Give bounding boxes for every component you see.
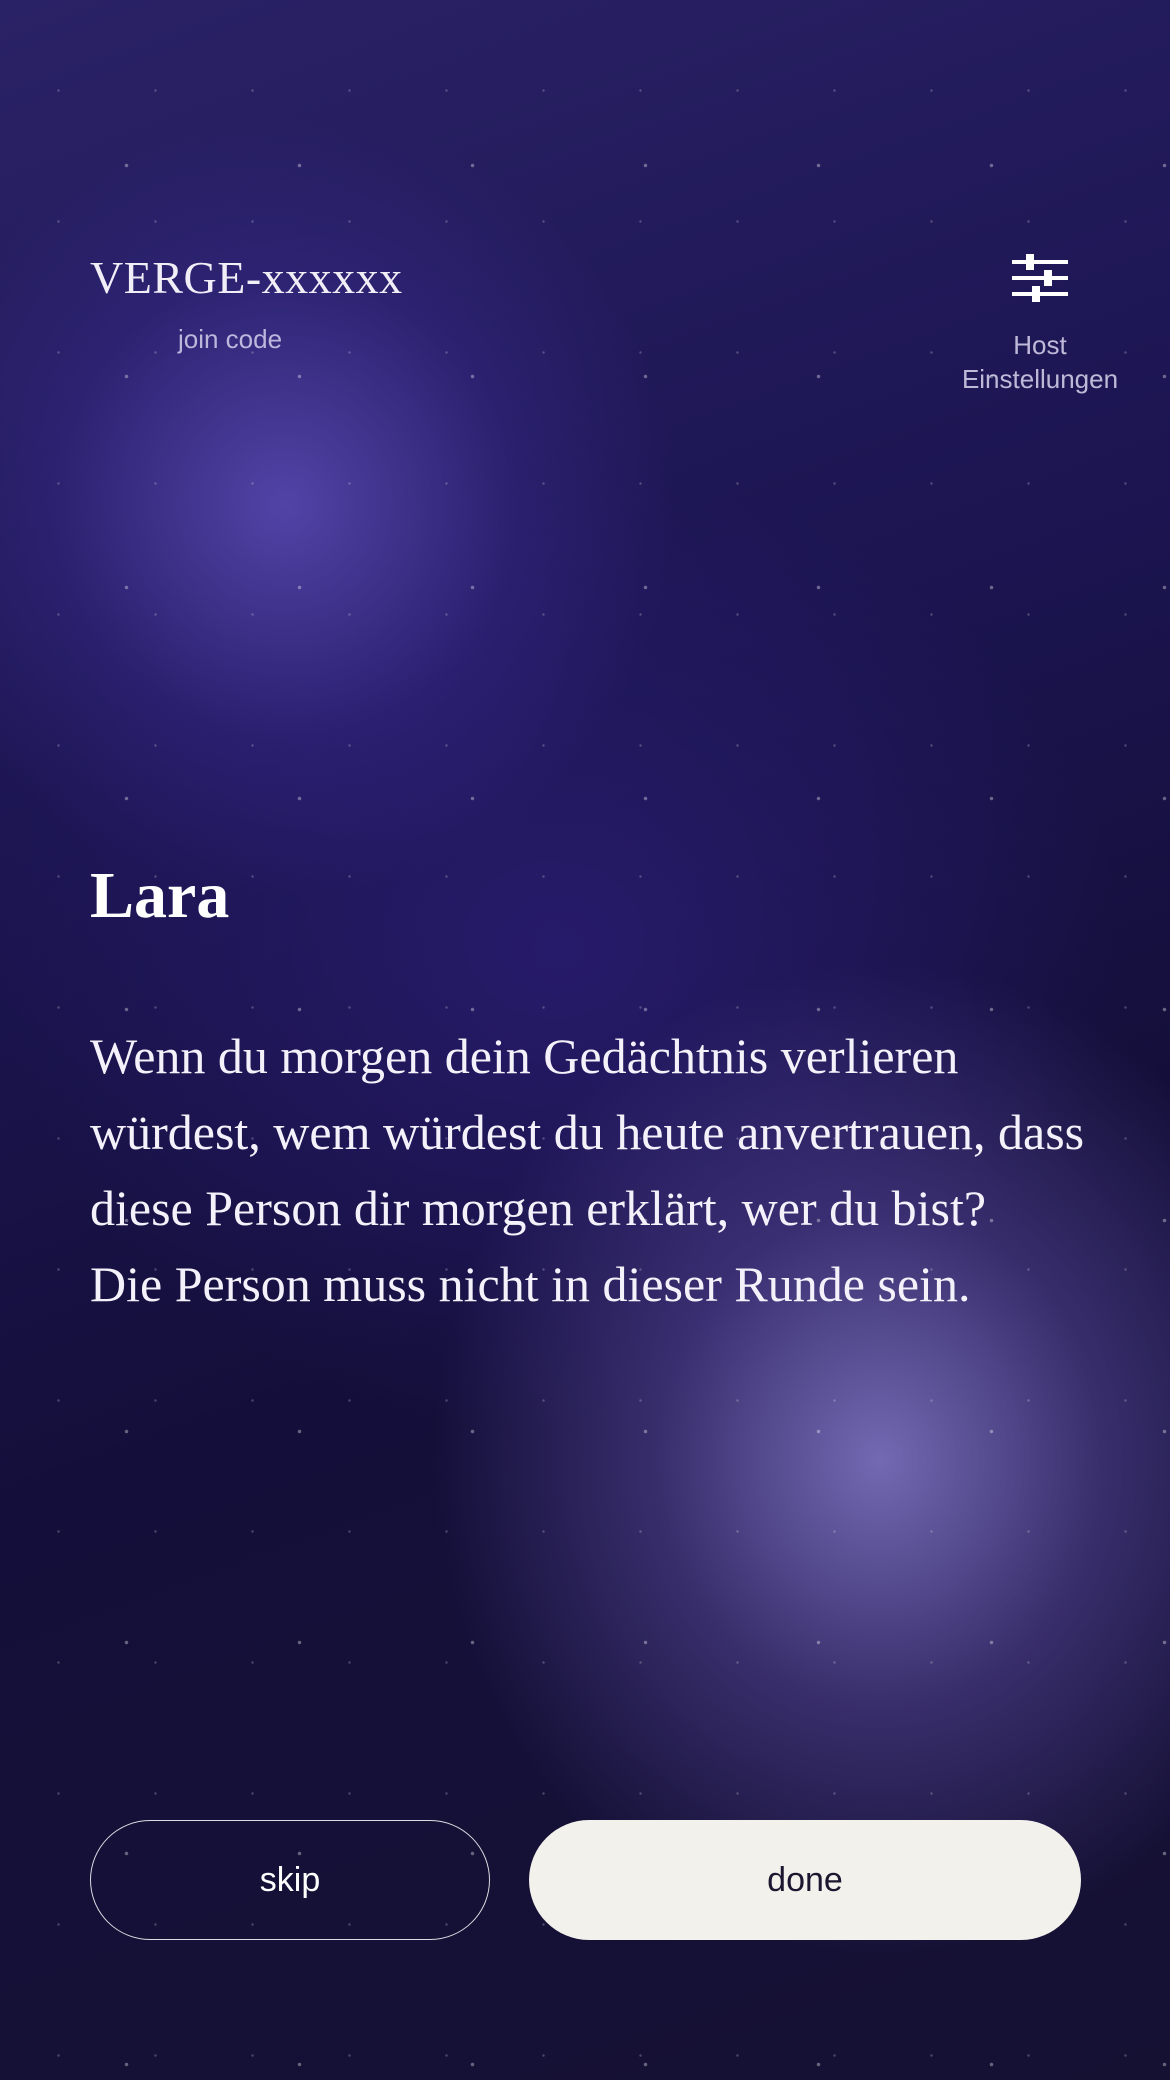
question-note: Die Person muss nicht in dieser Runde se… — [90, 1256, 971, 1312]
join-code-block: VERGE-xxxxxx join code — [90, 250, 403, 355]
host-settings-label-line2: Einstellungen — [961, 364, 1119, 394]
skip-button[interactable]: skip — [90, 1820, 490, 1940]
host-settings-label: Host Einstellungen — [930, 328, 1150, 396]
join-code-label: join code — [177, 324, 283, 354]
join-code: VERGE-xxxxxx — [90, 252, 403, 303]
done-button[interactable]: done — [529, 1820, 1081, 1940]
host-settings-label-line1: Host — [1013, 330, 1067, 360]
host-settings-button[interactable]: Host Einstellungen — [930, 250, 1150, 396]
question-text: Wenn du morgen dein Gedächtnis verlieren… — [90, 1018, 1090, 1322]
player-name: Lara — [90, 859, 230, 932]
sliders-icon — [1012, 254, 1068, 302]
question-main: Wenn du morgen dein Gedächtnis verlieren… — [90, 1028, 1085, 1236]
